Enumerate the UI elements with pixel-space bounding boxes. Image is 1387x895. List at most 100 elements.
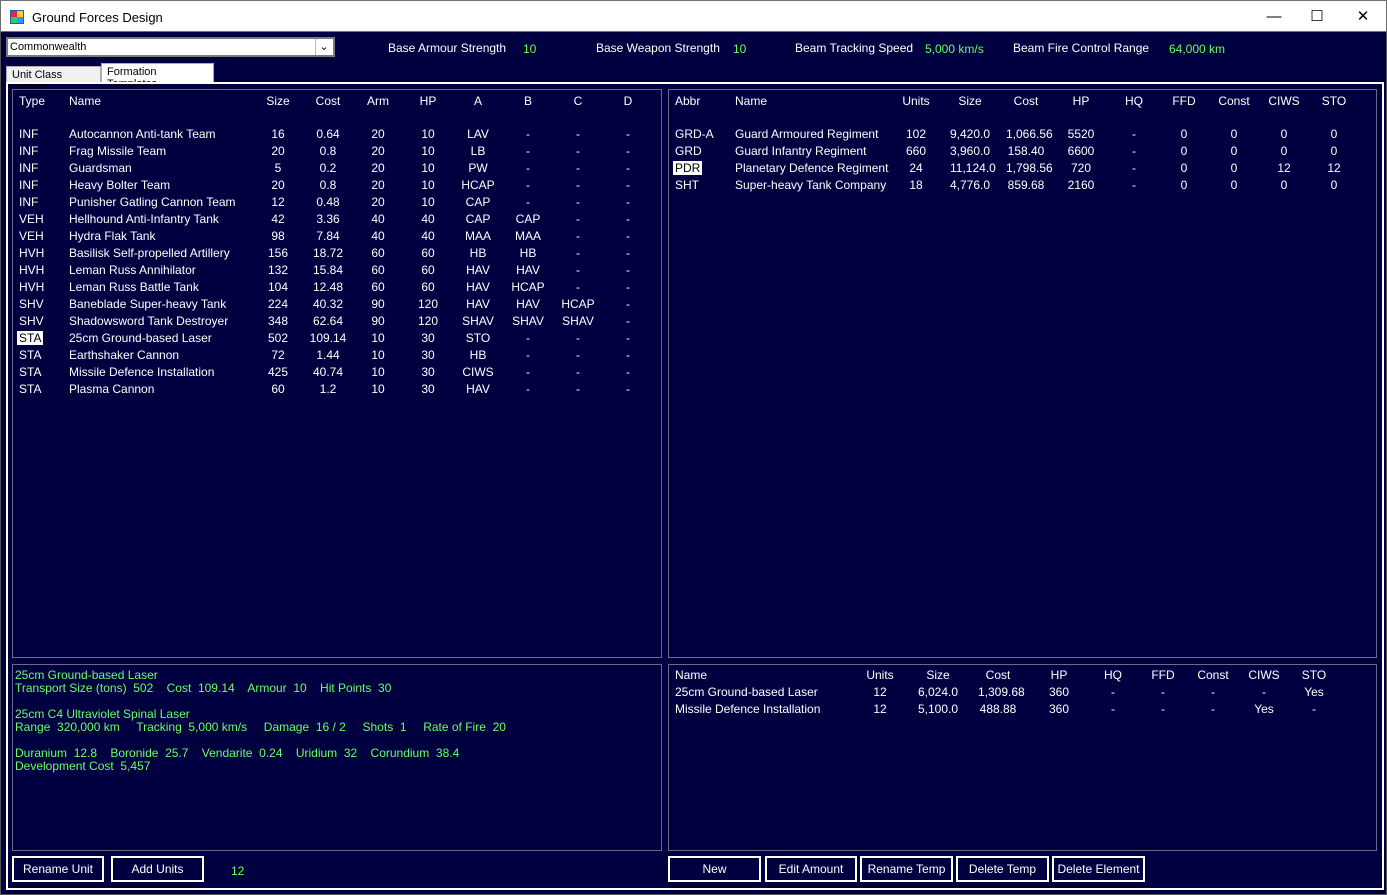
rename-template-button[interactable]: Rename Temp	[860, 856, 953, 882]
table-cell[interactable]: INF	[19, 144, 38, 158]
unit-name[interactable]: Heavy Bolter Team	[69, 178, 170, 192]
table-cell[interactable]: HVH	[19, 263, 44, 277]
table-cell: 1.2	[319, 382, 337, 396]
template-header-cost: Cost	[1013, 94, 1039, 108]
table-cell: 12	[1277, 161, 1291, 175]
element-name[interactable]: 25cm Ground-based Laser	[675, 685, 818, 699]
rename-unit-button[interactable]: Rename Unit	[12, 856, 104, 882]
unit-name[interactable]: Leman Russ Battle Tank	[69, 280, 199, 294]
table-cell: -	[576, 195, 580, 209]
table-cell[interactable]: HVH	[19, 246, 44, 260]
table-cell: 0	[1180, 127, 1188, 141]
maximize-icon[interactable]: ☐	[1294, 1, 1340, 32]
table-cell: 40.32	[312, 297, 344, 311]
table-cell: -	[576, 212, 580, 226]
units-header-d: D	[623, 94, 633, 108]
table-cell: -	[1262, 685, 1266, 699]
table-cell: -	[576, 161, 580, 175]
close-icon[interactable]: ✕	[1340, 1, 1386, 32]
unit-name[interactable]: Guardsman	[69, 161, 132, 175]
tab-formation-templates[interactable]: Formation Templates	[101, 63, 214, 90]
unit-name[interactable]: Baneblade Super-heavy Tank	[69, 297, 226, 311]
template-name[interactable]: Guard Armoured Regiment	[735, 127, 878, 141]
unit-name[interactable]: Earthshaker Cannon	[69, 348, 179, 362]
unit-name[interactable]: Frag Missile Team	[69, 144, 166, 158]
template-name[interactable]: Planetary Defence Regiment	[735, 161, 888, 175]
table-cell: 12	[873, 702, 887, 716]
formation-template-list[interactable]: Abbr Name Units Size Cost HP HQ FFD Const CIWS STO…	[668, 89, 1377, 658]
unit-name[interactable]: 25cm Ground-based Laser	[69, 331, 212, 345]
template-header-const: Const	[1218, 94, 1250, 108]
table-cell: 12	[873, 685, 887, 699]
unit-name[interactable]: Hellhound Anti-Infantry Tank	[69, 212, 219, 226]
edit-amount-button[interactable]: Edit Amount	[765, 856, 857, 882]
table-cell[interactable]: VEH	[19, 212, 44, 226]
table-cell: -	[576, 246, 580, 260]
table-cell: 60	[371, 246, 385, 260]
chevron-down-icon[interactable]: ⌄	[315, 39, 332, 55]
table-cell: 42	[271, 212, 285, 226]
minimize-icon[interactable]: —	[1251, 1, 1297, 32]
table-cell[interactable]: INF	[19, 195, 38, 209]
delete-element-button[interactable]: Delete Element	[1052, 856, 1145, 882]
template-name[interactable]: Super-heavy Tank Company	[735, 178, 886, 192]
table-cell[interactable]: INF	[19, 161, 38, 175]
table-cell: SHAV	[512, 314, 544, 328]
unit-class-list[interactable]: Type Name Size Cost Arm HP A B C D INF Autocannon A…	[12, 89, 662, 658]
table-cell: 2160	[1067, 178, 1095, 192]
table-cell[interactable]: STA	[19, 365, 41, 379]
table-cell: 0	[1280, 178, 1288, 192]
table-cell[interactable]: INF	[19, 178, 38, 192]
add-units-button[interactable]: Add Units	[111, 856, 204, 882]
unit-name[interactable]: Basilisk Self-propelled Artillery	[69, 246, 230, 260]
table-cell: -	[526, 178, 530, 192]
table-cell[interactable]: INF	[19, 127, 38, 141]
table-cell[interactable]: SHV	[19, 314, 44, 328]
table-cell: -	[576, 178, 580, 192]
table-cell: 158.40	[1007, 144, 1045, 158]
unit-name[interactable]: Hydra Flak Tank	[69, 229, 155, 243]
table-cell: 30	[421, 331, 435, 345]
table-cell[interactable]: GRD-A	[675, 127, 714, 141]
table-cell[interactable]: STA	[17, 331, 44, 345]
detail-line: Range 320,000 km Tracking 5,000 km/s Dam…	[15, 720, 506, 734]
table-cell[interactable]: SHV	[19, 297, 44, 311]
unit-name[interactable]: Autocannon Anti-tank Team	[69, 127, 216, 141]
element-name[interactable]: Missile Defence Installation	[675, 702, 820, 716]
table-cell: 60	[371, 280, 385, 294]
table-cell[interactable]: PDR	[673, 161, 703, 175]
unit-name[interactable]: Missile Defence Installation	[69, 365, 214, 379]
table-cell[interactable]: VEH	[19, 229, 44, 243]
detail-line: Duranium 12.8 Boronide 25.7 Vendarite 0.…	[15, 746, 460, 760]
unit-name[interactable]: Plasma Cannon	[69, 382, 154, 396]
table-cell: 72	[271, 348, 285, 362]
table-cell: -	[1161, 685, 1165, 699]
units-header-name: Name	[69, 94, 102, 108]
table-cell: -	[626, 178, 630, 192]
table-cell: HAV	[466, 297, 490, 311]
table-cell[interactable]: HVH	[19, 280, 44, 294]
table-cell: Yes	[1304, 685, 1324, 699]
table-cell[interactable]: GRD	[675, 144, 702, 158]
table-cell: 224	[267, 297, 289, 311]
unit-name[interactable]: Punisher Gatling Cannon Team	[69, 195, 236, 209]
table-cell[interactable]: STA	[19, 348, 41, 362]
table-cell: 660	[905, 144, 927, 158]
table-cell[interactable]: STA	[19, 382, 41, 396]
table-cell: 40	[421, 212, 435, 226]
table-cell: 10	[371, 348, 385, 362]
table-cell: -	[576, 382, 580, 396]
unit-name[interactable]: Leman Russ Annihilator	[69, 263, 196, 277]
table-cell: 20	[371, 161, 385, 175]
table-cell: 62.64	[312, 314, 344, 328]
unit-name[interactable]: Shadowsword Tank Destroyer	[69, 314, 228, 328]
table-cell[interactable]: SHT	[675, 178, 699, 192]
race-dropdown[interactable]: Commonwealth ⌄	[6, 37, 335, 57]
new-template-button[interactable]: New	[668, 856, 761, 882]
delete-template-button[interactable]: Delete Temp	[956, 856, 1049, 882]
template-header-ffd: FFD	[1172, 94, 1196, 108]
template-name[interactable]: Guard Infantry Regiment	[735, 144, 866, 158]
table-cell: 10	[421, 178, 435, 192]
element-header-hp: HP	[1050, 668, 1068, 682]
template-elements-list[interactable]: Name Units Size Cost HP HQ FFD Const CIWS STO 25cm…	[668, 664, 1377, 851]
